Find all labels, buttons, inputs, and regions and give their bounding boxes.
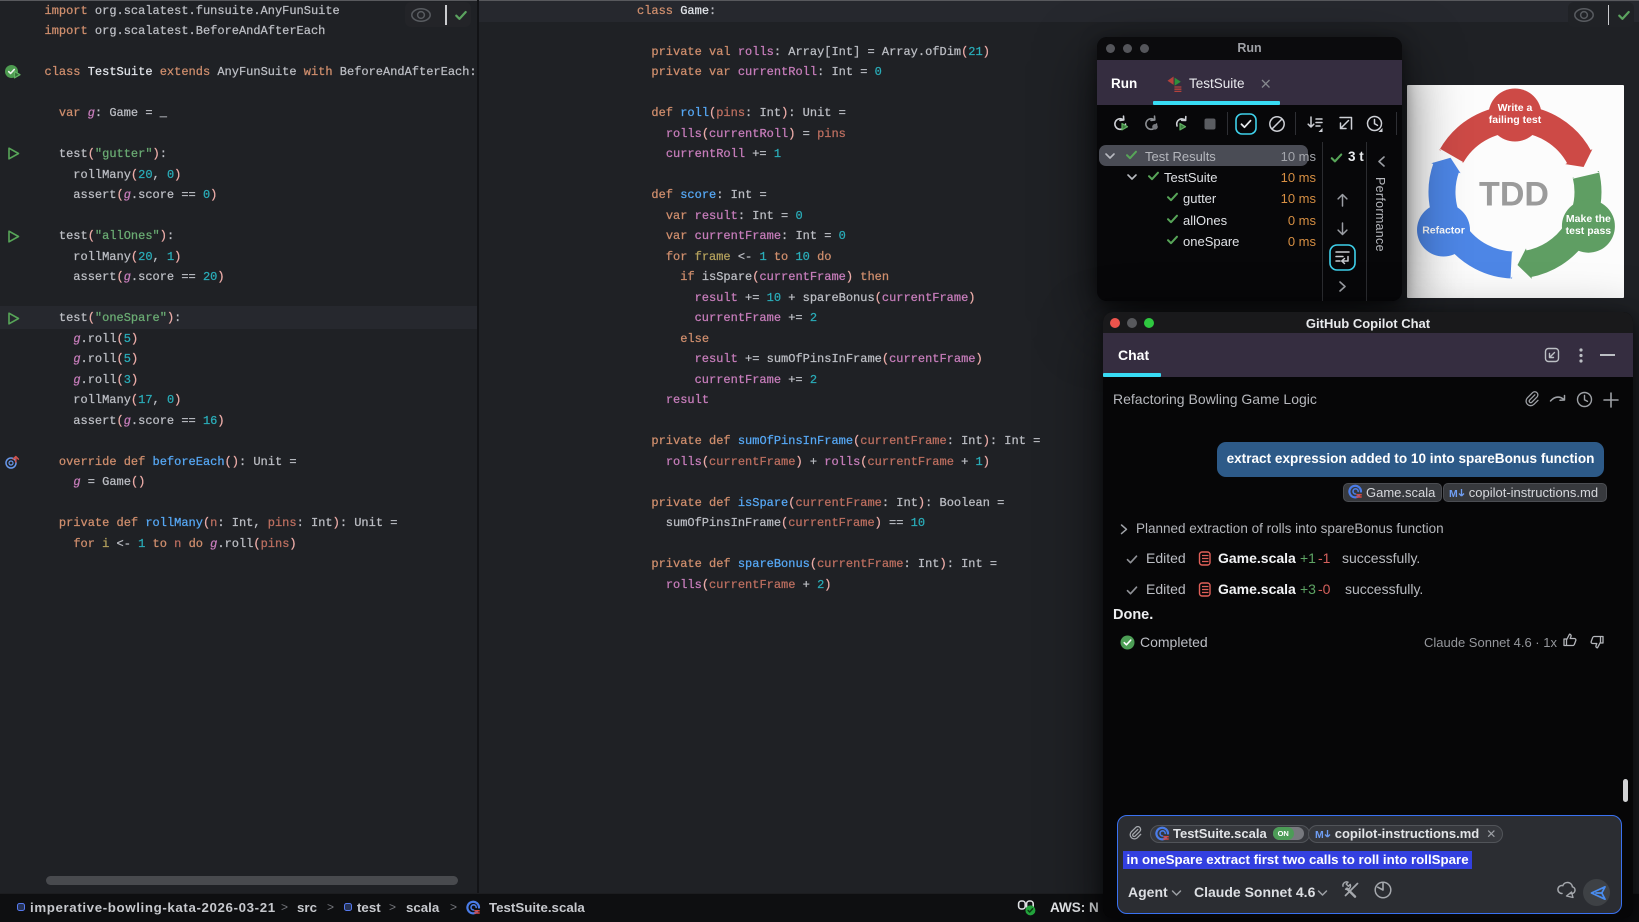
svg-text:Refactor: Refactor [1422, 224, 1465, 236]
svg-text:failing test: failing test [1489, 114, 1542, 126]
svg-text:test pass: test pass [1566, 225, 1612, 237]
svg-text:Write a: Write a [1498, 102, 1533, 114]
svg-text:Make the: Make the [1566, 213, 1611, 225]
svg-text:TDD: TDD [1479, 175, 1549, 213]
